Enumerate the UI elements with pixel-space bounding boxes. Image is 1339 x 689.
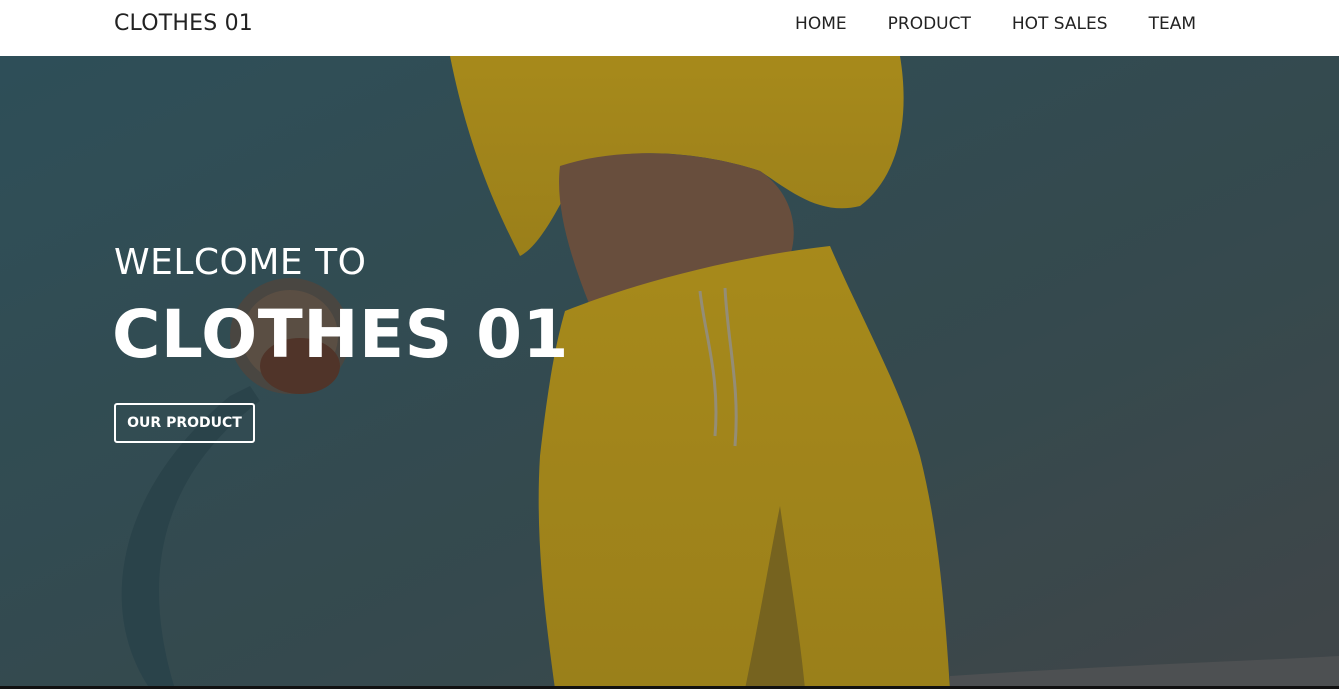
- nav-links: HOME PRODUCT HOT SALES TEAM: [754, 14, 1196, 34]
- nav-link-hot-sales[interactable]: HOT SALES: [1012, 14, 1108, 34]
- nav-link-home[interactable]: HOME: [795, 14, 847, 34]
- top-navbar: CLOTHES 01 HOME PRODUCT HOT SALES TEAM: [0, 0, 1339, 56]
- our-product-button[interactable]: OUR PRODUCT: [114, 403, 255, 443]
- hero-section: WELCOME TO CLOTHES 01 OUR PRODUCT: [0, 56, 1339, 689]
- hero-title: CLOTHES 01: [112, 296, 569, 373]
- nav-link-team[interactable]: TEAM: [1149, 14, 1196, 34]
- nav-link-product[interactable]: PRODUCT: [888, 14, 971, 34]
- hero-subtitle: WELCOME TO: [114, 242, 367, 283]
- brand-logo[interactable]: CLOTHES 01: [114, 11, 253, 36]
